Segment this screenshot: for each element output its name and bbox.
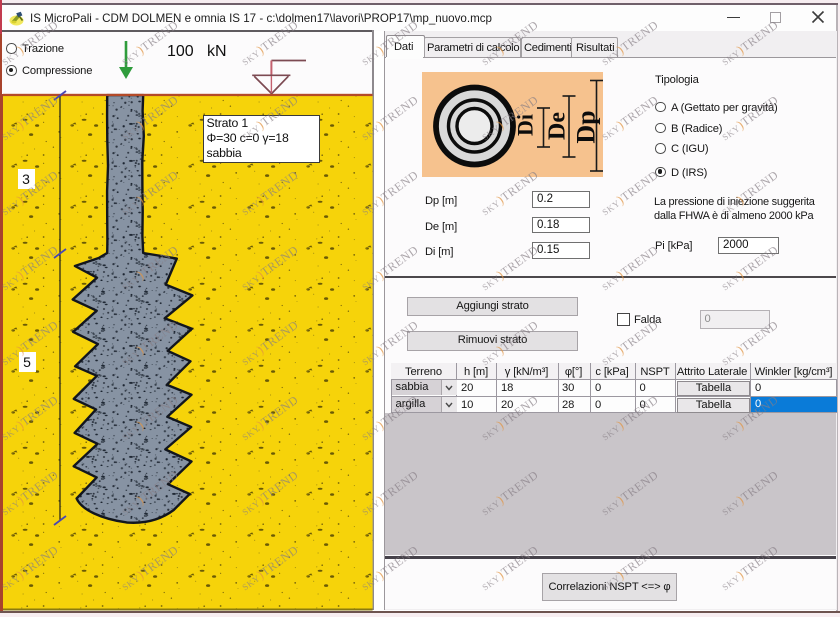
svg-text:Dp: Dp xyxy=(572,110,601,143)
svg-text:Di: Di xyxy=(513,114,538,136)
svg-text:De: De xyxy=(545,112,571,140)
